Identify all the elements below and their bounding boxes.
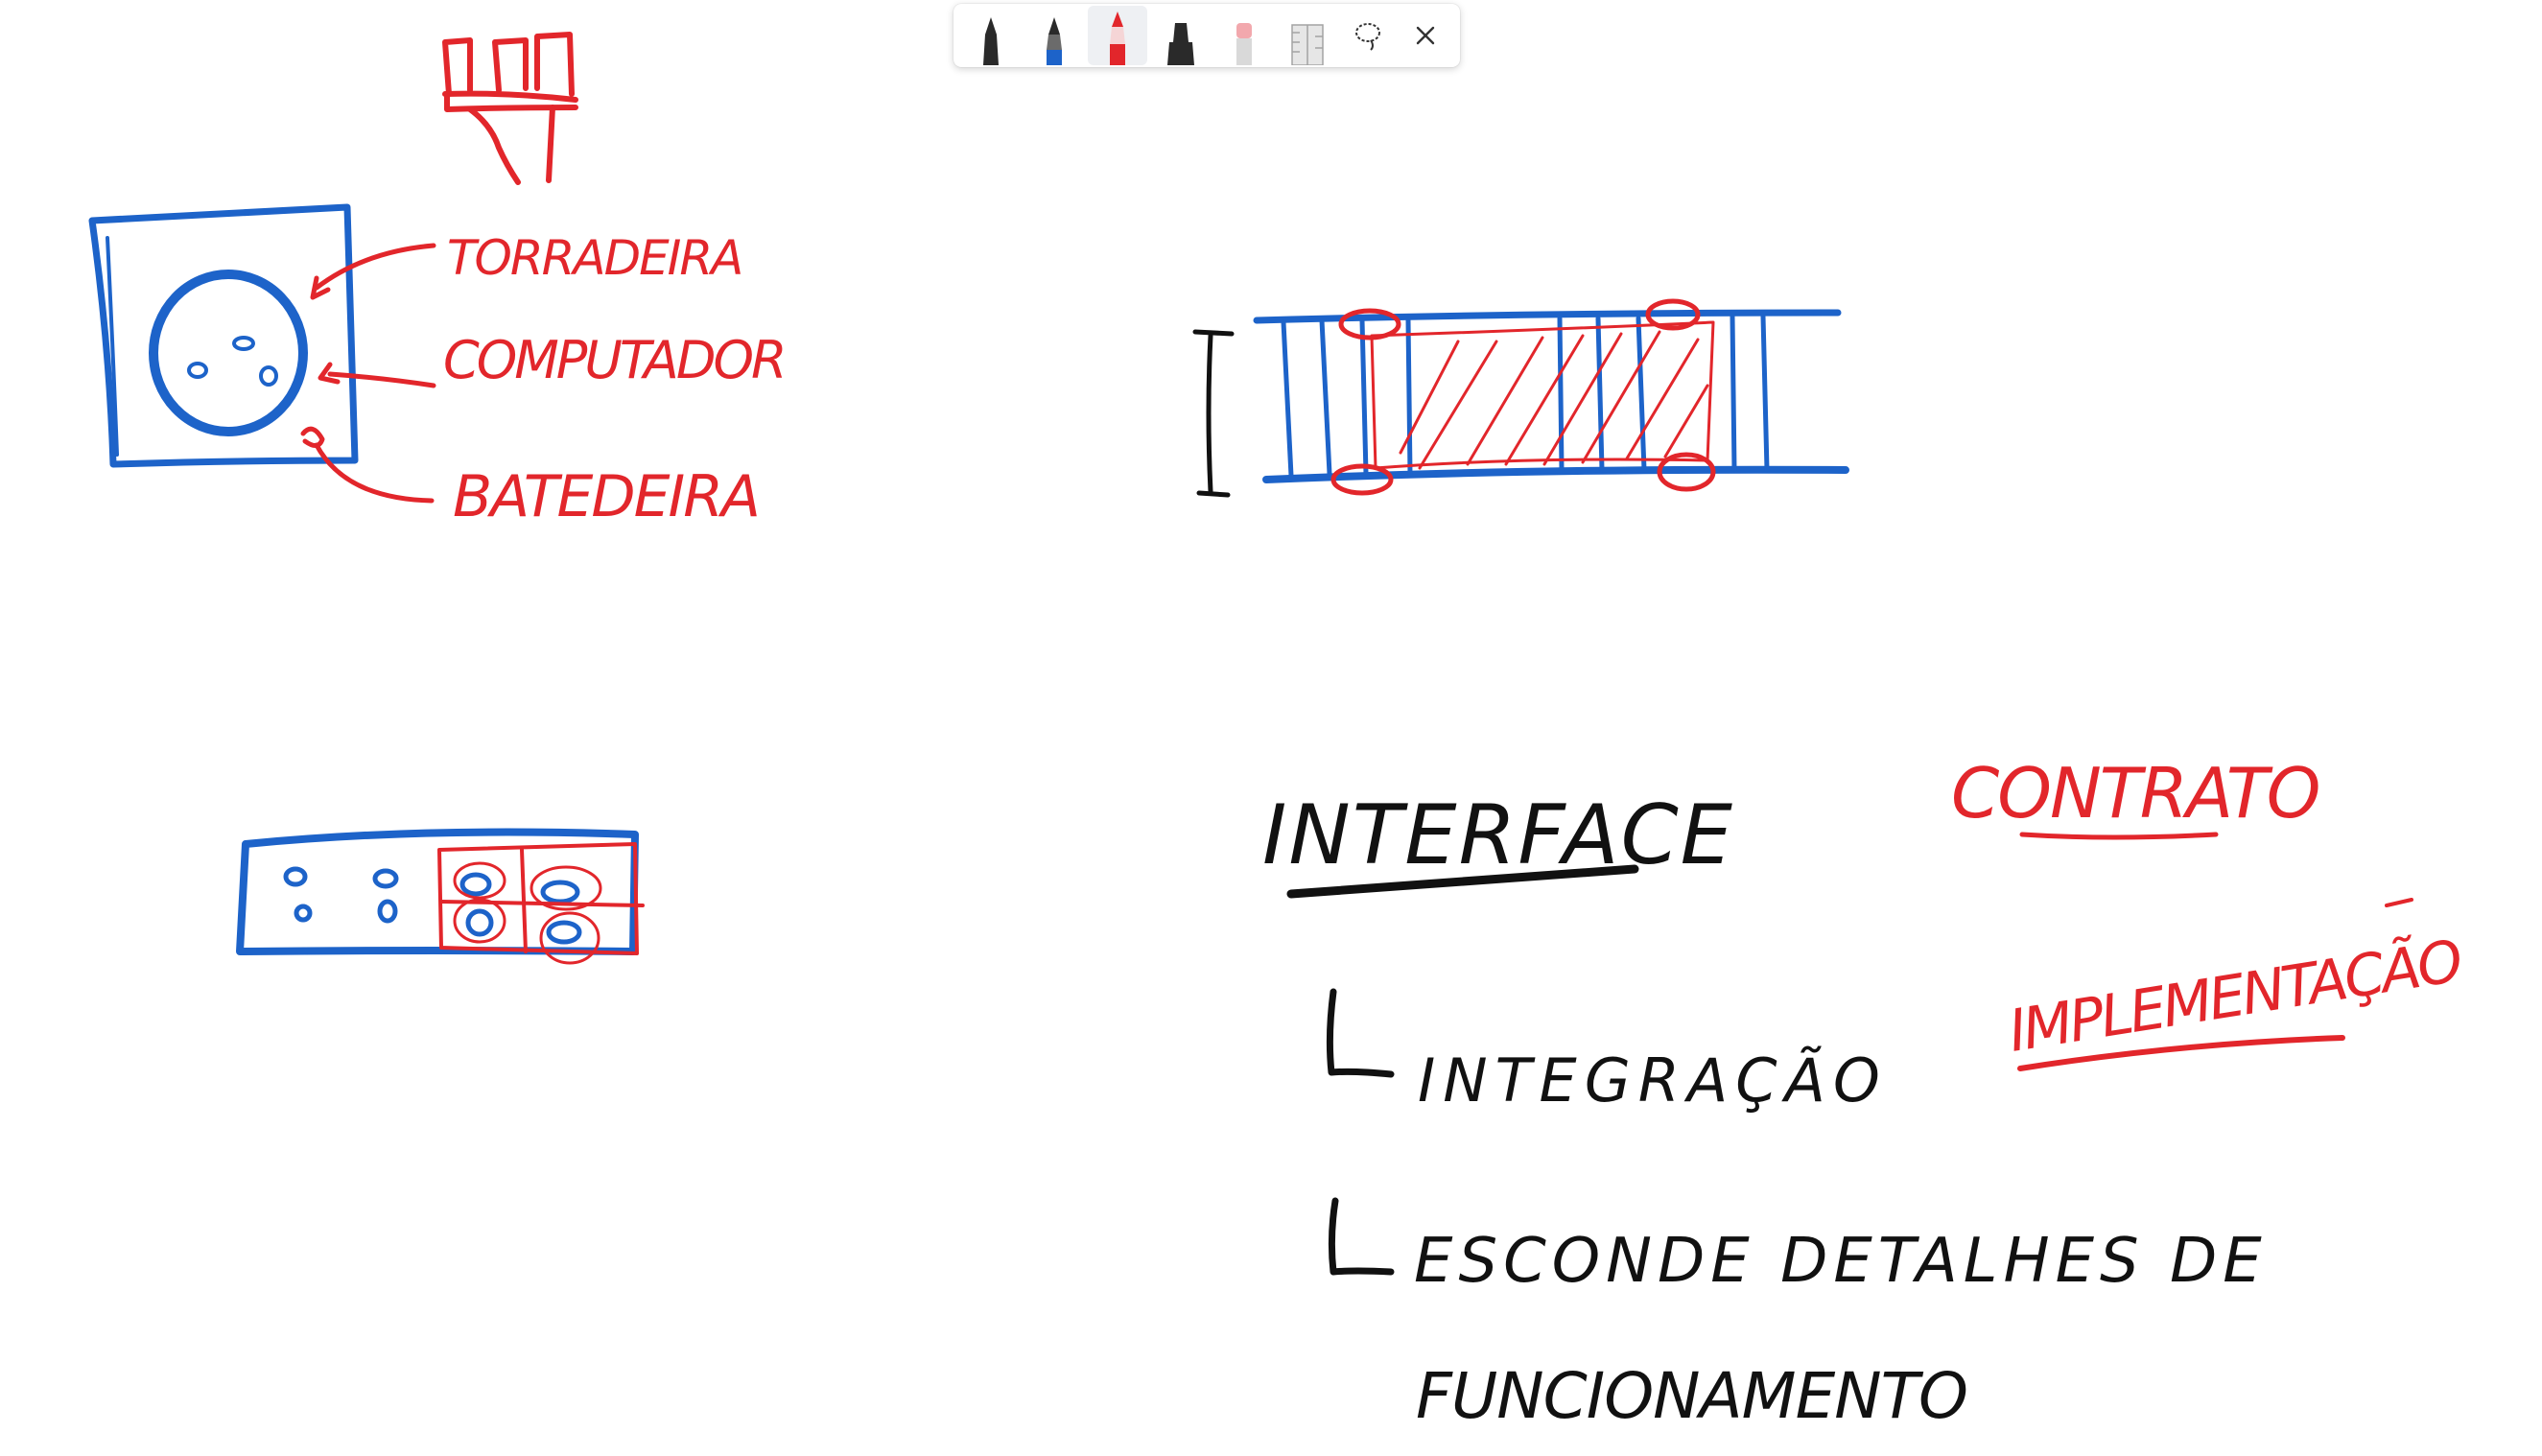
label-torradeira: TORRADEIRA	[447, 230, 741, 286]
lasso-icon	[1355, 23, 1380, 51]
power-strip-drawing	[236, 828, 645, 965]
black-pen-button[interactable]	[961, 6, 1021, 65]
highlighter-icon	[1167, 23, 1194, 65]
close-icon	[1416, 26, 1435, 45]
pen-icon	[983, 17, 999, 65]
label-integracao: INTEGRAÇÃO	[1418, 1045, 1888, 1115]
ink-layer: TORRADEIRA COMPUTADOR BATEDEIRA INTERFAC…	[88, 32, 2465, 1433]
label-esconde-detalhes: ESCONDE DETALHES DE	[1414, 1226, 2268, 1297]
close-toolbar-button[interactable]	[1399, 6, 1452, 65]
plug-drawing	[442, 32, 578, 185]
highlighter-button[interactable]	[1151, 6, 1211, 65]
blue-pen-button[interactable]	[1024, 6, 1084, 65]
ruler-icon	[1291, 24, 1324, 65]
board-drawing	[1192, 298, 1849, 498]
whiteboard-canvas[interactable]: TORRADEIRA COMPUTADOR BATEDEIRA INTERFAC…	[0, 0, 2542, 1456]
list-markers	[1326, 988, 1395, 1276]
label-interface: INTERFACE	[1262, 787, 1734, 883]
eraser-button[interactable]	[1214, 6, 1274, 65]
eraser-icon	[1236, 23, 1252, 65]
label-contrato: CONTRATO	[1951, 753, 2318, 834]
pen-icon	[1110, 12, 1125, 65]
pen-icon	[1047, 17, 1062, 65]
label-computador: COMPUTADOR	[443, 330, 784, 390]
red-pen-button[interactable]	[1088, 6, 1147, 65]
ink-toolbar	[953, 4, 1460, 67]
label-funcionamento: FUNCIONAMENTO	[1416, 1359, 1967, 1433]
socket-drawing	[88, 203, 359, 468]
lasso-select-button[interactable]	[1341, 6, 1395, 65]
ruler-button[interactable]	[1278, 6, 1337, 65]
label-batedeira: BATEDEIRA	[453, 463, 759, 530]
